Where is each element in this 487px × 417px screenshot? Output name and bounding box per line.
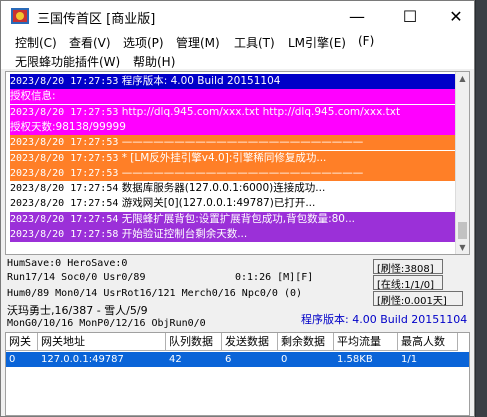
log-timestamp: 2023/8/20 17:27:58 [10,229,119,240]
maximize-button[interactable]: ☐ [387,1,433,31]
log-line: 2023/8/20 17:27:54 无限蜂扩展背包:设置扩展背包成功,背包数量… [10,211,456,227]
log-message: 无限蜂扩展背包:设置扩展背包成功,背包数量:80... [121,212,356,225]
log-line: 2023/8/20 17:27:53 http://dlq.945.com/xx… [10,104,456,120]
log-line: 授权信息: [10,89,456,105]
log-panel[interactable]: 2023/8/20 17:27:53 程序版本: 4.00 Build 2015… [5,71,470,255]
online-box: [在线:1/1/0] [373,275,443,291]
hum-status: Hum0/89 Mon0/14 UsrRot16/121 Merch0/16 N… [7,288,303,299]
log-message: 数据库服务器(127.0.0.1:6000)连接成功... [121,182,326,195]
timer-status: 0:1:26 [M][F] [235,272,314,283]
window-title: 三国传首区 [商业版] [37,12,156,27]
table-cell: 6 [225,354,232,365]
log-line: 2023/8/20 17:27:54 数据库服务器(127.0.0.1:6000… [10,181,456,197]
table-cell: 1/1 [401,354,418,365]
menu-manage[interactable]: 管理(M) [176,34,220,51]
log-message: 程序版本: 4.00 Build 20151104 [121,75,281,87]
log-message: ——————————————————————— [121,166,364,179]
status-panel: HumSave:0 HeroSave:0 Run17/14 Soc0/0 Usr… [5,257,470,333]
scroll-up-icon[interactable]: ▲ [456,72,469,85]
log-scrollbar[interactable]: ▲ ▼ [455,72,469,254]
table-header[interactable]: 最高人数 [398,333,458,351]
log-message: 授权天数:98138/99999 [10,120,126,133]
table-row[interactable]: 0 127.0.0.1:49787 42 6 0 1.58KB 1/1 [6,352,469,367]
menu-help[interactable]: 帮助(H) [133,53,175,70]
log-timestamp: 2023/8/20 17:27:53 [10,76,119,87]
log-line: 2023/8/20 17:27:58 开始验证控制台剩余天数... [10,227,456,242]
table-header[interactable]: 网关地址 [38,333,166,351]
log-message: ——————————————————————— [121,136,364,149]
run-status: Run17/14 Soc0/0 Usr0/89 [7,272,146,283]
log-message: 开始验证控制台剩余天数... [121,228,248,240]
hum-save-status: HumSave:0 HeroSave:0 [7,258,128,269]
table-cell: 127.0.0.1:49787 [41,354,124,365]
menu-tools[interactable]: 工具(T) [234,34,275,51]
log-line: 2023/8/20 17:27:53 程序版本: 4.00 Build 2015… [10,74,456,89]
log-timestamp: 2023/8/20 17:27:54 [10,183,119,195]
log-line: 2023/8/20 17:27:54 游戏网关[0](127.0.0.1:497… [10,196,456,212]
table-cell: 42 [169,354,182,365]
close-button[interactable]: ✕ [433,1,479,31]
menu-view[interactable]: 查看(V) [69,34,111,51]
monster-status: 沃玛勇士,16/387 - 雪人/5/9 [7,304,148,317]
menu-bar: 控制(C) 查看(V) 选项(P) 管理(M) 工具(T) LM引擎(E) (F… [1,31,474,69]
scroll-thumb[interactable] [458,222,467,239]
refresh-interval: [刷怪:0.001天] [377,296,447,307]
log-timestamp: 2023/8/20 17:27:53 [10,167,119,179]
log-message: http://dlq.945.com/xxx.txt http://dlq.94… [121,105,401,118]
log-timestamp: 2023/8/20 17:27:53 [10,152,119,164]
version-status: 程序版本: 4.00 Build 20151104 [301,313,468,326]
menu-lm-engine[interactable]: LM引擎(E) [288,34,346,51]
menu-plugin[interactable]: 无限蜂功能插件(W) [15,53,120,70]
menu-f[interactable]: (F) [358,34,374,48]
log-message: 授权信息: [10,90,56,103]
gateway-table[interactable]: 网关 网关地址 队列数据 发送数据 剩余数据 平均流量 最高人数 0 127.0… [5,332,470,416]
table-cell: 1.58KB [337,354,373,365]
log-timestamp: 2023/8/20 17:27:53 [10,106,119,118]
refresh-count-box: [刷怪:3808] [373,259,443,275]
menu-options[interactable]: 选项(P) [123,34,164,51]
menu-control[interactable]: 控制(C) [15,34,57,51]
log-timestamp: 2023/8/20 17:27:53 [10,137,119,149]
log-timestamp: 2023/8/20 17:27:54 [10,213,119,225]
log-message: * [LM反外挂引擎v4.0]:引擎稀同修复成功... [121,151,327,164]
log-line: 授权天数:98138/99999 [10,119,456,135]
table-header[interactable]: 网关 [6,333,38,351]
table-cell: 0 [9,354,16,365]
main-window: 三国传首区 [商业版] — ☐ ✕ 控制(C) 查看(V) 选项(P) 管理(M… [0,0,475,417]
title-bar[interactable]: 三国传首区 [商业版] — ☐ ✕ [1,1,474,31]
log-line: 2023/8/20 17:27:53 * [LM反外挂引擎v4.0]:引擎稀同修… [10,150,456,166]
table-header[interactable]: 平均流量 [334,333,398,351]
scroll-down-icon[interactable]: ▼ [456,241,469,254]
log-timestamp: 2023/8/20 17:27:54 [10,198,119,210]
minimize-button[interactable]: — [334,1,380,31]
refresh-interval-box: [刷怪:0.001天] [373,291,463,307]
desktop-background [476,0,487,417]
log-message: 游戏网关[0](127.0.0.1:49787)已打开... [121,197,316,210]
app-icon [11,8,29,24]
table-header[interactable]: 队列数据 [166,333,222,351]
log-line: 2023/8/20 17:27:53 —————————————————————… [10,135,456,151]
online-status: [在线:1/1/0] [377,280,434,291]
log-line: 2023/8/20 17:27:53 —————————————————————… [10,165,456,181]
refresh-count: [刷怪:3808] [377,264,434,275]
table-cell: 0 [281,354,288,365]
mon-status: MonG0/10/16 MonP0/12/16 ObjRun0/0 [7,318,206,329]
table-header[interactable]: 发送数据 [222,333,278,351]
table-header[interactable]: 剩余数据 [278,333,334,351]
